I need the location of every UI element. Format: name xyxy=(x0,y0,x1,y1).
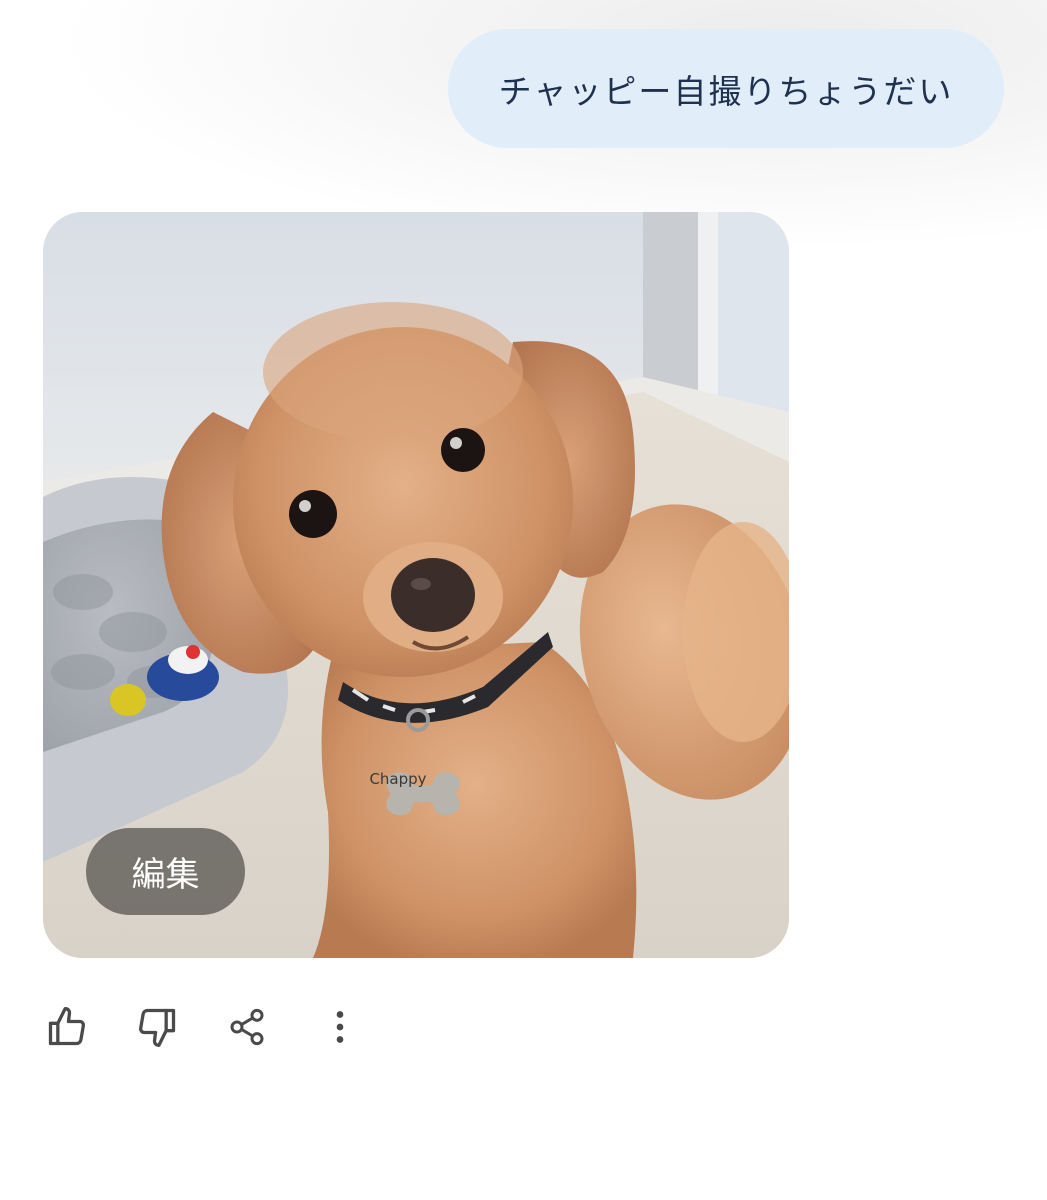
tag-text: Chappy xyxy=(369,770,426,788)
thumbs-down-button[interactable] xyxy=(130,1000,184,1054)
user-message-bubble: チャッピー自撮りちょうだい xyxy=(448,29,1004,148)
chat-page: チャッピー自撮りちょうだい Chappy 編集 xyxy=(0,0,1047,1200)
more-button[interactable] xyxy=(313,1000,367,1054)
user-message-text: チャッピー自撮りちょうだい xyxy=(498,71,954,111)
share-icon xyxy=(230,1008,264,1046)
edit-button[interactable]: 編集 xyxy=(86,828,245,915)
thumbs-up-icon xyxy=(48,1007,86,1046)
share-button[interactable] xyxy=(220,1000,274,1054)
thumbs-up-button[interactable] xyxy=(40,1000,94,1054)
thumbs-down-icon xyxy=(138,1008,176,1047)
more-vertical-icon xyxy=(336,1011,344,1043)
